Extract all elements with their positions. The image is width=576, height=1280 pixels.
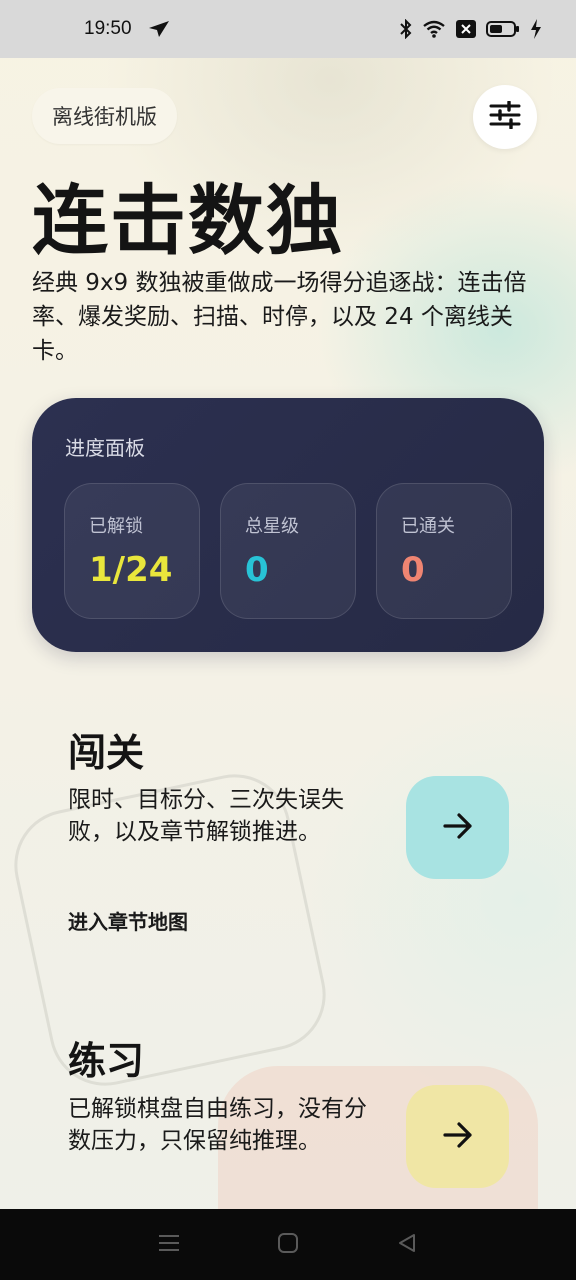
- stat-label: 已通关: [401, 516, 455, 537]
- stat-unlocked: 已解锁 1/24: [64, 483, 200, 619]
- charging-icon: [530, 19, 542, 39]
- x-box-icon: [456, 20, 476, 38]
- practice-title: 练习: [68, 1039, 145, 1083]
- menu-icon[interactable]: [158, 1233, 180, 1257]
- page-description: 经典 9x9 数独被重做成一场得分追逐战：连击倍率、爆发奖励、扫描、时停，以及 …: [32, 270, 527, 364]
- stat-cleared: 已通关 0: [376, 483, 512, 619]
- offline-arcade-badge: 离线街机版: [32, 88, 177, 144]
- arrow-right-icon: [442, 1121, 473, 1152]
- status-time: 19:50: [84, 18, 132, 39]
- wifi-icon: [422, 20, 446, 38]
- system-nav-bar: [0, 1209, 576, 1280]
- status-bar: 19:50: [0, 0, 576, 58]
- bluetooth-icon: [400, 19, 412, 39]
- battery-icon: [486, 20, 520, 38]
- sliders-icon: [489, 100, 521, 133]
- stat-value: 1/24: [89, 550, 173, 590]
- practice-start-button[interactable]: [406, 1085, 509, 1188]
- stat-label: 已解锁: [89, 516, 143, 537]
- back-icon[interactable]: [396, 1232, 418, 1258]
- progress-panel: 进度面板 已解锁 1/24 总星级 0 已通关 0: [32, 398, 544, 652]
- progress-panel-title: 进度面板: [65, 436, 145, 460]
- settings-button[interactable]: [473, 85, 537, 149]
- challenge-description: 限时、目标分、三次失误失败，以及章节解锁推进。: [68, 787, 344, 845]
- navigation-icon: [148, 20, 170, 38]
- stat-value: 0: [401, 550, 425, 590]
- challenge-title: 闯关: [68, 731, 145, 775]
- stat-label: 总星级: [245, 516, 299, 537]
- stat-value: 0: [245, 550, 269, 590]
- challenge-start-button[interactable]: [406, 776, 509, 879]
- practice-description: 已解锁棋盘自由练习，没有分数压力，只保留纯推理。: [68, 1096, 367, 1154]
- chapter-map-link[interactable]: 进入章节地图: [68, 906, 188, 935]
- home-icon[interactable]: [277, 1232, 299, 1258]
- page-title: 连击数独: [32, 176, 344, 265]
- arrow-right-icon: [442, 812, 473, 843]
- stat-total-stars: 总星级 0: [220, 483, 356, 619]
